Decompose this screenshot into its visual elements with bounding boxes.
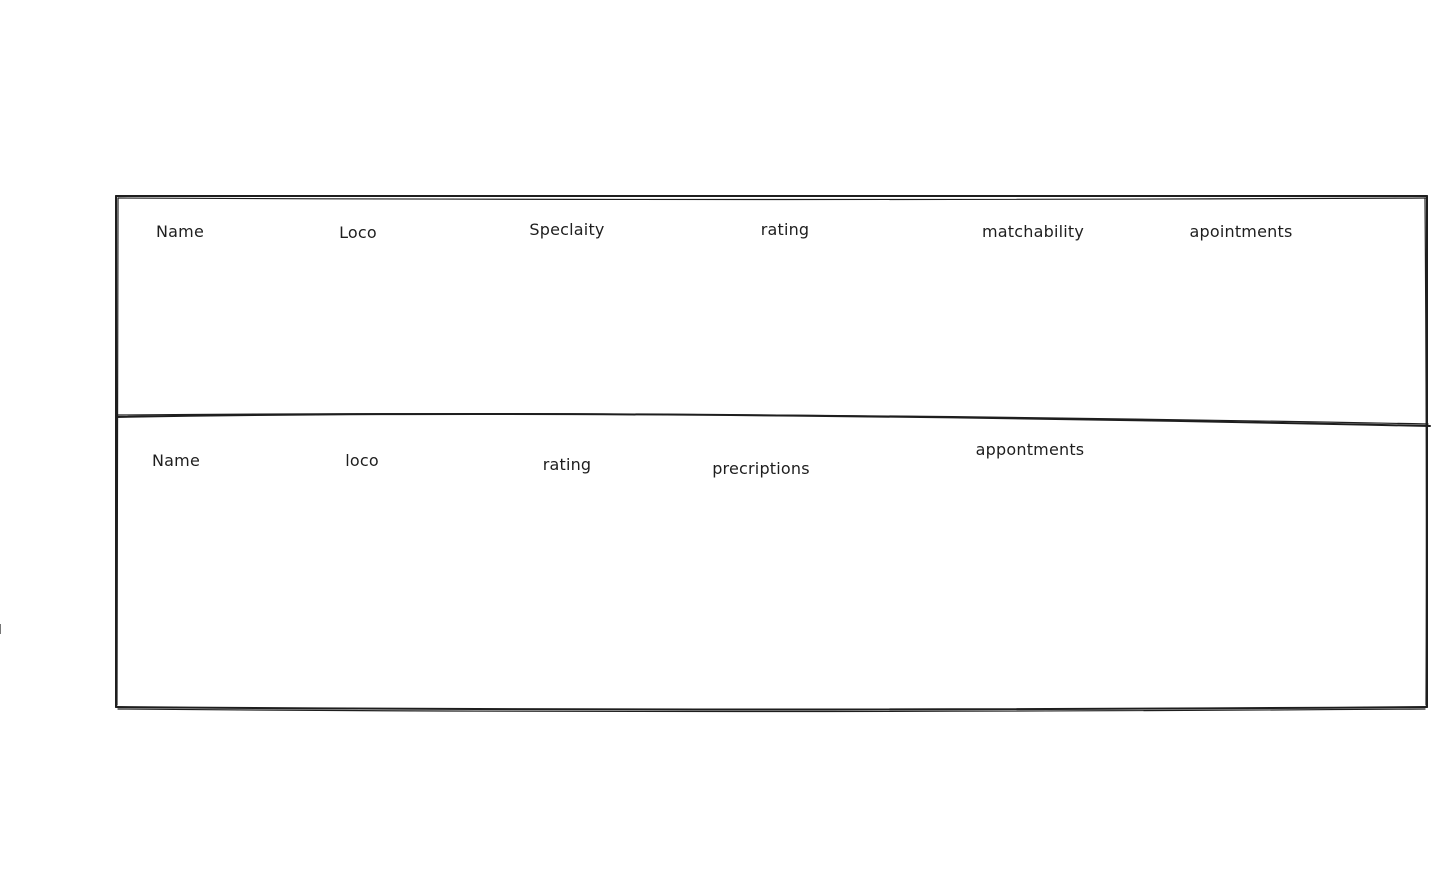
lower-header-loco: loco bbox=[345, 451, 379, 470]
upper-header-name: Name bbox=[155, 222, 205, 241]
upper-header-matchability: matchability bbox=[981, 222, 1085, 241]
upper-header-loco: Loco bbox=[339, 223, 377, 242]
lower-header-appointments: appontments bbox=[975, 440, 1085, 459]
upper-header-specialty: Speclaity bbox=[529, 220, 605, 239]
edge-mark bbox=[0, 624, 3, 634]
upper-header-appointments: apointments bbox=[1189, 222, 1293, 241]
lower-header-rating: rating bbox=[542, 455, 592, 474]
lower-header-prescriptions: precriptions bbox=[712, 459, 810, 478]
upper-header-rating: rating bbox=[760, 220, 810, 239]
outer-frame bbox=[114, 194, 1429, 713]
wireframe-canvas bbox=[114, 194, 1431, 713]
lower-header-name: Name bbox=[151, 451, 201, 470]
section-divider bbox=[115, 413, 1431, 427]
